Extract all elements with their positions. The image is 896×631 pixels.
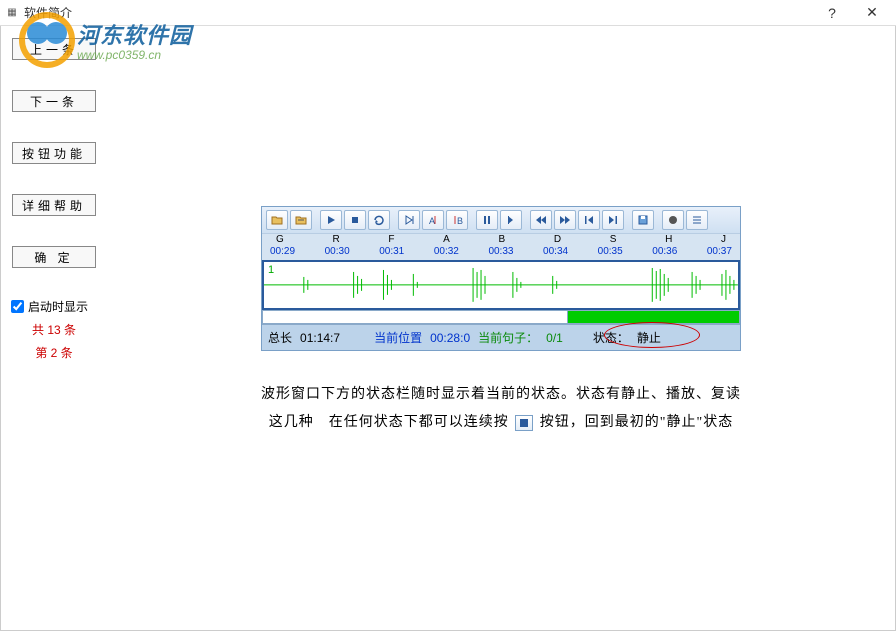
show-on-startup-checkbox[interactable]: 启动时显示 (11, 298, 97, 315)
waveform-svg (264, 262, 738, 308)
current-index: 第 2 条 (9, 344, 99, 361)
stop-button-inline-icon (515, 415, 533, 431)
total-count: 共 13 条 (9, 321, 99, 338)
next-button[interactable]: 下一条 (12, 90, 96, 112)
loop-icon[interactable] (368, 210, 390, 230)
watermark-logo (19, 12, 75, 68)
waveform-display[interactable]: 1 (262, 260, 740, 310)
stop-icon[interactable] (344, 210, 366, 230)
progress-bar[interactable] (262, 310, 740, 324)
pause-icon[interactable] (476, 210, 498, 230)
position-value: 00:28:0 (430, 331, 470, 345)
audio-player-panel: A B G R F A (261, 206, 741, 351)
sentence-value: 0/1 (546, 331, 563, 345)
record-icon[interactable] (662, 210, 684, 230)
player-toolbar: A B (262, 207, 740, 234)
sidebar: 上一条 下一条 按钮功能 详细帮助 确 定 启动时显示 共 13 条 第 2 条 (1, 26, 107, 630)
save-icon[interactable] (632, 210, 654, 230)
watermark-url: www.pc0359.cn (77, 48, 192, 62)
description-text: 波形窗口下方的状态栏随时显示着当前的状态。状态有静止、播放、复读 这几种 在任何… (231, 381, 771, 437)
detailed-help[interactable]: 详细帮助 (12, 194, 96, 216)
step-icon[interactable] (500, 210, 522, 230)
mark-b-icon[interactable]: B (446, 210, 468, 230)
watermark-text: 河东软件园 (77, 18, 192, 50)
total-length-value: 01:14:7 (300, 331, 340, 345)
total-length-label: 总长 (268, 329, 292, 346)
ok-button[interactable]: 确 定 (12, 246, 96, 268)
open-file-icon[interactable] (290, 210, 312, 230)
open-folder-icon[interactable] (266, 210, 288, 230)
play-segment-icon[interactable] (398, 210, 420, 230)
next-track-icon[interactable] (602, 210, 624, 230)
app-icon: ▦ (4, 5, 20, 21)
svg-text:B: B (457, 216, 463, 226)
mark-a-icon[interactable]: A (422, 210, 444, 230)
ffwd-icon[interactable] (554, 210, 576, 230)
rewind-icon[interactable] (530, 210, 552, 230)
close-button[interactable]: ✕ (852, 1, 892, 25)
state-value: 静止 (637, 329, 661, 346)
prev-track-icon[interactable] (578, 210, 600, 230)
position-label: 当前位置 (374, 329, 422, 346)
list-icon[interactable] (686, 210, 708, 230)
show-checkbox-label: 启动时显示 (28, 298, 88, 315)
state-label: 状态： (593, 329, 629, 346)
help-button[interactable]: ? (812, 1, 852, 25)
button-functions[interactable]: 按钮功能 (12, 142, 96, 164)
watermark: 河东软件园 www.pc0359.cn (19, 12, 192, 68)
content-area: 河东软件园 www.pc0359.cn A B (107, 26, 895, 630)
show-checkbox-input[interactable] (11, 300, 24, 313)
svg-text:A: A (429, 216, 435, 226)
time-ruler: G R F A B D S H J 00:29 00:30 00:31 00:3… (262, 234, 740, 260)
sentence-label: 当前句子： (478, 329, 538, 346)
play-icon[interactable] (320, 210, 342, 230)
status-bar: 总长 01:14:7 当前位置 00:28:0 当前句子： 0/1 状态： 静止 (262, 324, 740, 350)
